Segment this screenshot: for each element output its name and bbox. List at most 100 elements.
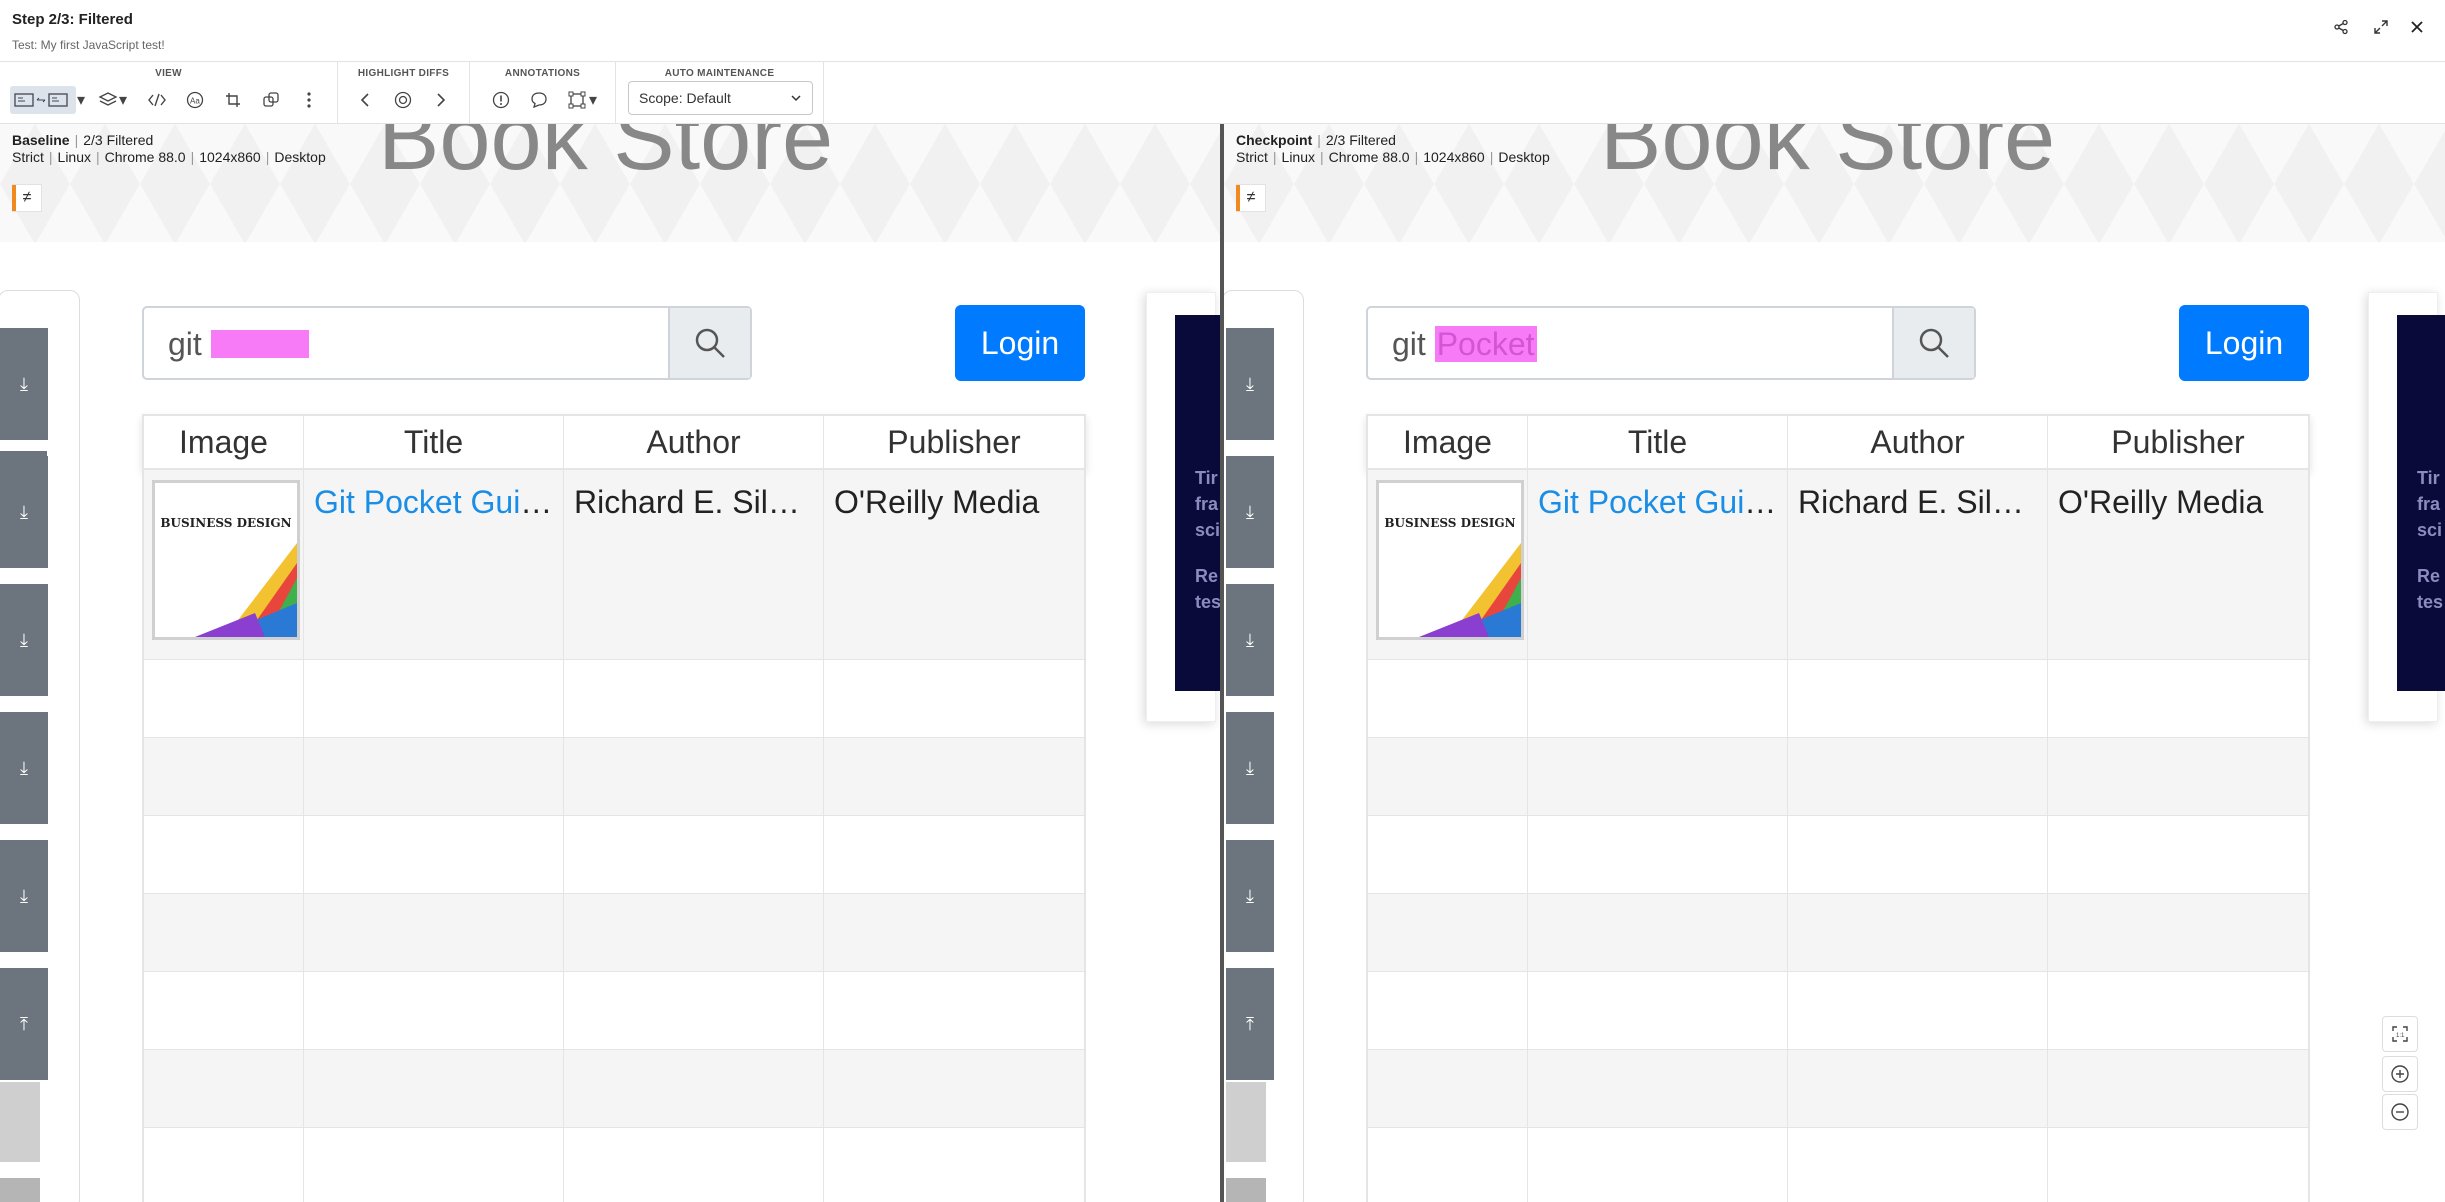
share-icon[interactable] (2328, 14, 2354, 40)
meta-device: Desktop (1498, 149, 1550, 165)
book-title-link[interactable]: Git Pocket Guide (314, 484, 556, 520)
compare-icon[interactable] (256, 86, 286, 114)
upload-button[interactable]: ⤒ (0, 968, 48, 1080)
banner-title: Book Store (378, 124, 834, 189)
side-block (0, 1082, 40, 1162)
meta-browser: Chrome 88.0 (1328, 149, 1410, 165)
download-button[interactable]: ⤓ (1226, 712, 1274, 824)
book-cover-title: BUSINESS DESIGN (1384, 516, 1516, 530)
search-input[interactable]: git Pocket (1392, 326, 1537, 363)
download-icon: ⤓ (1246, 629, 1254, 650)
more-vertical-icon[interactable] (294, 86, 324, 114)
not-equal-button[interactable]: ≠ (12, 184, 42, 212)
column-header-publisher[interactable]: Publisher (824, 416, 1084, 468)
ad-banner[interactable]: Tir fra sci Re tes (1175, 315, 1220, 691)
ad-banner[interactable]: Tir fra sci Re tes (2397, 315, 2445, 691)
checkpoint-meta: Checkpoint | 2/3 Filtered Strict | Linux | Chr… (1236, 132, 1550, 165)
baseline-step: 2/3 Filtered (83, 132, 154, 148)
download-button[interactable]: ⤓ (0, 456, 48, 568)
search-button[interactable] (1892, 308, 1974, 378)
download-button[interactable]: ⤓ (0, 712, 48, 824)
download-button[interactable]: ⤓ (1226, 328, 1274, 440)
search-box[interactable]: git Pocket (1366, 306, 1976, 380)
fit-screen-icon: 1:1 (2392, 1026, 2408, 1042)
not-equal-icon: ≠ (1246, 189, 1256, 206)
meta-match-level: Strict (12, 149, 44, 165)
table-row: BUSINESS DESIGN Git Pocket Guide Richard… (142, 470, 1086, 660)
table-row (1366, 1128, 2310, 1202)
annotations-group: ANNOTATIONS ▾ (470, 62, 616, 124)
search-icon (1919, 328, 1949, 358)
table-cell-author: Richard E. Sil… (564, 470, 824, 659)
scope-select[interactable]: Scope: Default (628, 81, 813, 115)
column-header-author[interactable]: Author (564, 416, 824, 468)
table-row (1366, 894, 2310, 972)
login-button[interactable]: Login (955, 305, 1085, 381)
upload-icon: ⤒ (20, 1013, 28, 1034)
side-by-side-view-button[interactable] (10, 86, 76, 114)
meta-match-level: Strict (1236, 149, 1268, 165)
download-button[interactable]: ⤓ (0, 328, 48, 440)
download-button[interactable]: ⤓ (0, 584, 48, 696)
download-icon: ⤓ (1246, 373, 1254, 394)
download-button[interactable]: ⤓ (1226, 840, 1274, 952)
side-block (1226, 1178, 1266, 1202)
books-table: Image Title Author Publisher BUSINESS DE… (142, 414, 1086, 1202)
comment-icon[interactable] (524, 86, 554, 114)
download-button[interactable]: ⤓ (0, 840, 48, 952)
target-icon[interactable] (388, 86, 418, 114)
column-header-author[interactable]: Author (1788, 416, 2048, 468)
next-diff-icon[interactable] (426, 86, 456, 114)
not-equal-button[interactable]: ≠ (1236, 184, 1266, 212)
meta-os: Linux (57, 149, 91, 165)
checkpoint-step: 2/3 Filtered (1325, 132, 1396, 148)
book-cover: BUSINESS DESIGN (1376, 480, 1524, 640)
search-box[interactable]: git (142, 306, 752, 380)
close-icon[interactable] (2404, 14, 2430, 40)
previous-diff-icon[interactable] (350, 86, 380, 114)
search-icon (695, 328, 725, 358)
upload-button[interactable]: ⤒ (1226, 968, 1274, 1080)
zoom-out-icon (2391, 1103, 2409, 1121)
column-header-image[interactable]: Image (144, 416, 304, 468)
auto-maintenance-label: AUTO MAINTENANCE (664, 68, 775, 79)
table-cell-image: BUSINESS DESIGN (144, 470, 304, 659)
download-icon: ⤓ (1246, 501, 1254, 522)
login-button[interactable]: Login (2179, 305, 2309, 381)
issue-icon[interactable] (486, 86, 516, 114)
table-cell-publisher: O'Reilly Media (2058, 484, 2264, 520)
side-block (1226, 1082, 1266, 1162)
download-icon: ⤓ (20, 629, 28, 650)
search-text: git (168, 326, 202, 362)
meta-viewport: 1024x860 (1423, 149, 1485, 165)
search-button[interactable] (668, 308, 750, 378)
table-row (1366, 1050, 2310, 1128)
meta-os: Linux (1281, 149, 1315, 165)
view-dropdown-icon[interactable]: ▾ (74, 86, 88, 114)
column-header-title[interactable]: Title (304, 416, 564, 468)
crop-icon[interactable] (218, 86, 248, 114)
zoom-out-button[interactable] (2382, 1094, 2418, 1130)
table-row: BUSINESS DESIGN Git Pocket Guide Richard… (1366, 470, 2310, 660)
highlight-diffs-label: HIGHLIGHT DIFFS (357, 68, 450, 79)
table-cell-title: Git Pocket Guide (1528, 470, 1788, 659)
zoom-fit-button[interactable]: 1:1 (2382, 1016, 2418, 1052)
zoom-in-button[interactable] (2382, 1056, 2418, 1092)
download-button[interactable]: ⤓ (1226, 456, 1274, 568)
table-row (1366, 972, 2310, 1050)
expand-icon[interactable] (2368, 14, 2394, 40)
search-input[interactable]: git (168, 326, 309, 363)
chevron-down-icon (790, 91, 802, 107)
banner-title: Book Store (1600, 124, 2056, 189)
layers-dropdown-icon[interactable]: ▾ (116, 86, 130, 114)
table-row (1366, 738, 2310, 816)
column-header-image[interactable]: Image (1368, 416, 1528, 468)
download-button[interactable]: ⤓ (1226, 584, 1274, 696)
region-dropdown-icon[interactable]: ▾ (586, 86, 600, 114)
accessibility-icon[interactable]: Aa (180, 86, 210, 114)
book-cover-title: BUSINESS DESIGN (160, 516, 292, 530)
column-header-publisher[interactable]: Publisher (2048, 416, 2308, 468)
book-title-link[interactable]: Git Pocket Guide (1538, 484, 1780, 520)
column-header-title[interactable]: Title (1528, 416, 1788, 468)
code-icon[interactable] (142, 86, 172, 114)
